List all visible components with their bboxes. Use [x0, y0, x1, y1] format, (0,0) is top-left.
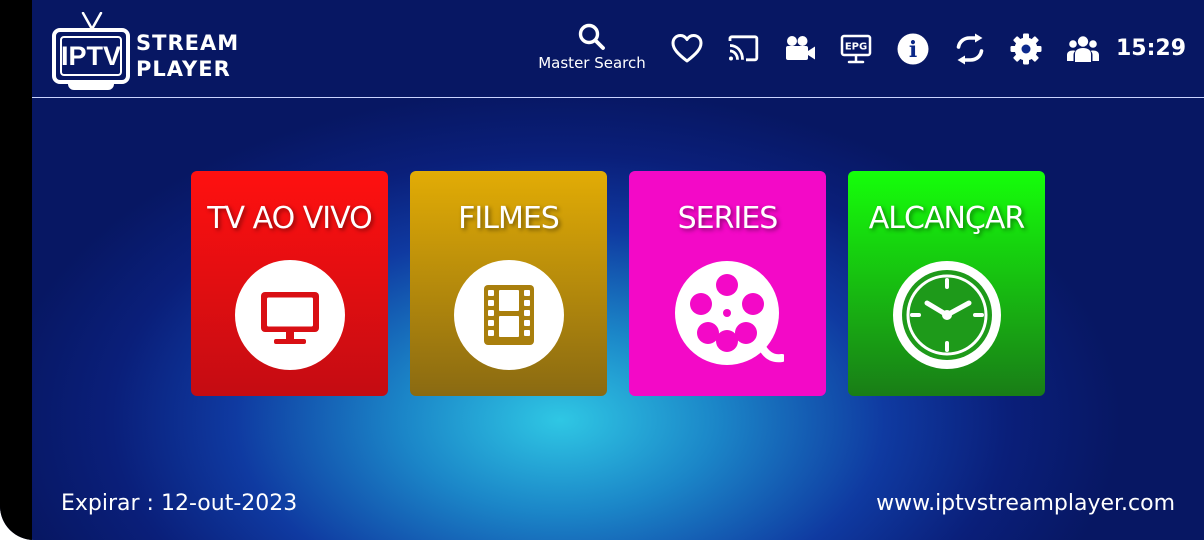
- refresh-button[interactable]: [952, 31, 988, 67]
- tile-series[interactable]: SERIES: [629, 171, 826, 396]
- tile-movies[interactable]: FILMES: [410, 171, 607, 396]
- favorites-button[interactable]: [669, 31, 705, 67]
- app-logo: IPTV STREAM PLAYER: [52, 12, 262, 92]
- refresh-icon: [956, 33, 984, 65]
- epg-button[interactable]: EPG: [838, 31, 874, 67]
- header-divider: [32, 97, 1204, 98]
- master-search-label: Master Search: [538, 54, 646, 72]
- users-icon: [1067, 36, 1099, 62]
- clock: 15:29: [1116, 36, 1187, 61]
- clock-icon: [893, 261, 1001, 369]
- logo-tv-frame: IPTV: [52, 28, 130, 84]
- logo-line-2: PLAYER: [136, 57, 231, 81]
- website-url: www.iptvstreamplayer.com: [876, 491, 1175, 516]
- tile-series-label: SERIES: [677, 201, 779, 236]
- film-icon: [454, 260, 564, 370]
- tile-catch-up-label: ALCANÇAR: [868, 201, 1025, 236]
- tile-live-tv[interactable]: TV AO VIVO: [191, 171, 388, 396]
- screen-edge: [0, 0, 32, 540]
- recordings-button[interactable]: [782, 31, 818, 67]
- logo-line-1: STREAM: [136, 31, 240, 55]
- film-reel-icon: [675, 261, 784, 365]
- home-screen: IPTV STREAM PLAYER Master Search EPG i 1…: [0, 0, 1204, 540]
- tv-icon: [235, 260, 345, 370]
- info-button[interactable]: i: [895, 31, 931, 67]
- logo-mark: IPTV: [60, 36, 122, 76]
- expiry-date: Expirar : 12-out-2023: [61, 491, 298, 516]
- cast-icon: [728, 35, 759, 62]
- settings-button[interactable]: [1008, 31, 1044, 67]
- video-camera-icon: [786, 36, 815, 60]
- search-icon: [578, 23, 605, 50]
- logo-tv-stand: [68, 84, 114, 90]
- epg-icon-label: EPG: [845, 42, 867, 53]
- heart-icon: [671, 34, 703, 63]
- tile-movies-label: FILMES: [458, 201, 560, 236]
- logo-text: STREAM PLAYER: [136, 30, 239, 82]
- profiles-button[interactable]: [1065, 31, 1101, 67]
- gear-icon: [1010, 33, 1042, 65]
- info-icon: i: [897, 33, 929, 65]
- epg-icon: EPG: [840, 34, 872, 64]
- info-icon-glyph: i: [909, 37, 917, 63]
- tile-catch-up[interactable]: ALCANÇAR: [848, 171, 1045, 396]
- tile-live-tv-label: TV AO VIVO: [207, 201, 373, 236]
- cast-button[interactable]: [725, 31, 761, 67]
- master-search-button[interactable]: Master Search: [532, 22, 652, 78]
